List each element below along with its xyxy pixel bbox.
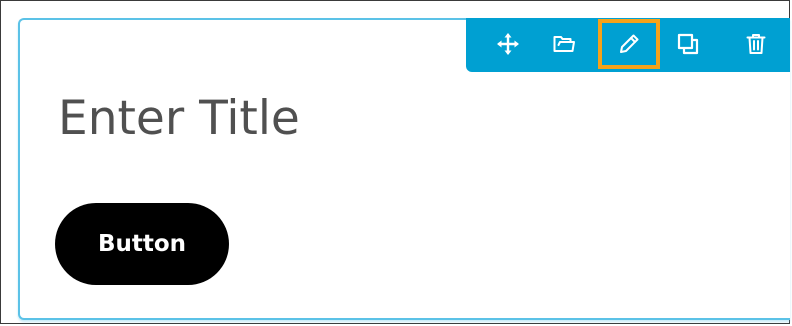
trash-icon — [746, 34, 766, 54]
widget-button[interactable]: Button — [55, 203, 229, 285]
widget-toolbar — [466, 18, 790, 72]
pencil-icon — [620, 34, 639, 53]
widget-title[interactable]: Enter Title — [58, 86, 300, 152]
duplicate-button[interactable] — [666, 24, 710, 64]
delete-button[interactable] — [734, 24, 778, 64]
move-button[interactable] — [486, 24, 530, 64]
folder-button[interactable] — [542, 24, 586, 64]
move-icon — [497, 33, 519, 55]
folder-icon — [553, 36, 575, 52]
duplicate-icon — [677, 33, 699, 55]
edit-button[interactable] — [598, 19, 660, 69]
